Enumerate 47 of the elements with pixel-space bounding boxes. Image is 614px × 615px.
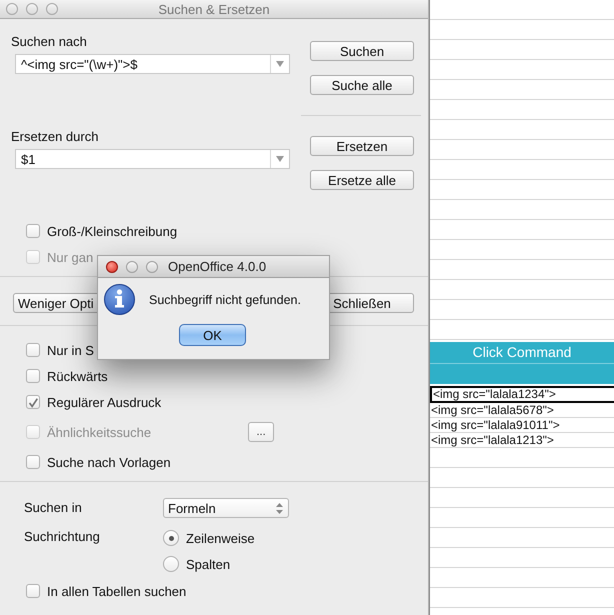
- dropdown-arrow-icon: [276, 156, 284, 162]
- radio-label: Spalten: [186, 556, 230, 572]
- search-button[interactable]: Suchen: [310, 41, 414, 61]
- search-in-select[interactable]: Formeln: [163, 498, 289, 518]
- radio-button[interactable]: [163, 530, 179, 546]
- stepper-arrows-icon: [276, 502, 283, 514]
- replace-button[interactable]: Ersetze alle: [310, 170, 414, 190]
- field-label: Suchen in: [24, 499, 83, 517]
- checkbox[interactable]: [26, 584, 40, 598]
- checkbox-label: Nur gan: [47, 250, 94, 264]
- checkbox[interactable]: [26, 224, 40, 238]
- table-cell[interactable]: <img src="lalala5678">: [430, 403, 614, 418]
- checkbox-label: In allen Tabellen suchen: [47, 584, 186, 598]
- dropdown-arrow-icon: [276, 61, 284, 67]
- minimize-button[interactable]: [126, 260, 138, 272]
- window-title: OpenOffice 4.0.0: [168, 259, 266, 274]
- field-label: Suchen nach: [11, 33, 88, 51]
- checkbox[interactable]: [26, 343, 40, 357]
- close-button[interactable]: [106, 260, 118, 272]
- table-header-cell: Click Command: [430, 342, 614, 364]
- checkbox[interactable]: [26, 369, 40, 383]
- table-cell[interactable]: <img src="lalala1234">: [430, 386, 614, 403]
- checkbox-label: Rückwärts: [47, 368, 108, 384]
- zoom-button[interactable]: [146, 260, 158, 272]
- replace-button[interactable]: Ersetzen: [310, 136, 414, 156]
- radio-label: Zeilenweise: [186, 530, 255, 546]
- table-cell[interactable]: <img src="lalala1213">: [430, 433, 614, 448]
- info-icon: [104, 284, 135, 315]
- checkbox-label: Nur in S: [47, 342, 94, 358]
- window-title: Suchen & Ersetzen: [158, 2, 270, 16]
- field-label: Ersetzen durch: [11, 128, 100, 146]
- search-button[interactable]: Suche alle: [310, 75, 414, 95]
- field-label: Suchrichtung: [24, 528, 101, 546]
- zoom-button[interactable]: [46, 3, 58, 15]
- checkbox-label: Groß-/Kleinschreibung: [47, 224, 178, 238]
- search-field[interactable]: ^<img src="(\w+)">$: [15, 54, 290, 74]
- table-cell[interactable]: <img src="lalala91011">: [430, 418, 614, 433]
- minimize-button[interactable]: [26, 3, 38, 15]
- ok-button[interactable]: OK: [179, 324, 246, 346]
- checkbox-label: Ähnlichkeitssuche: [47, 424, 152, 440]
- checkbox[interactable]: [26, 395, 40, 409]
- alert-message: Suchbegriff nicht gefunden.: [149, 292, 301, 306]
- checkbox[interactable]: [26, 455, 40, 469]
- replace-field[interactable]: $1: [15, 149, 290, 169]
- checkbox-label: Regulärer Ausdruck: [47, 394, 162, 410]
- radio-button[interactable]: [163, 556, 179, 572]
- checkbox-label: Suche nach Vorlagen: [47, 454, 171, 470]
